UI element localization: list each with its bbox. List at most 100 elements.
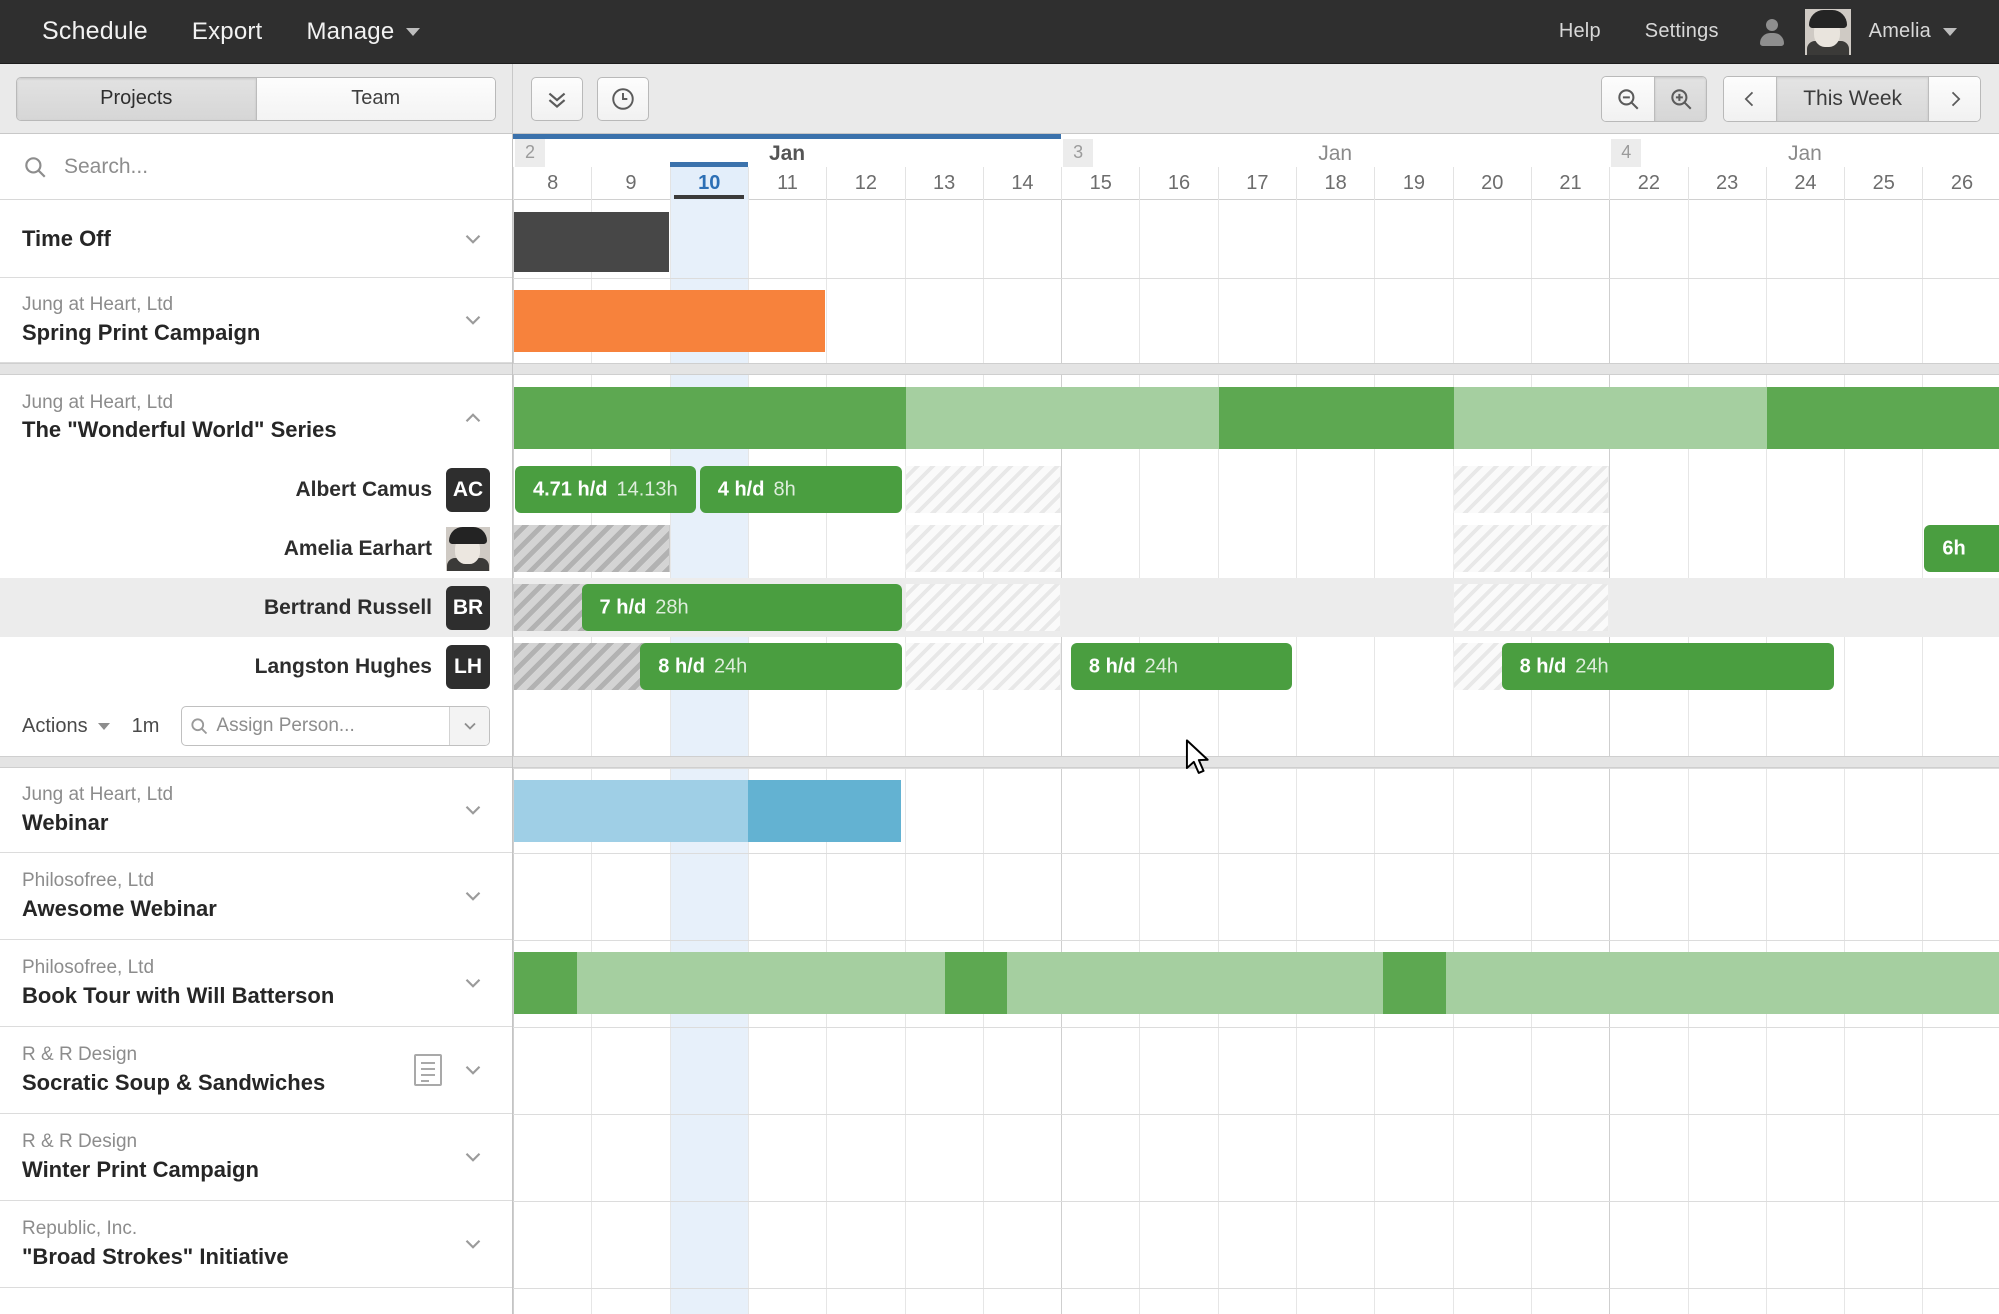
sidebar-row-socratic-soup[interactable]: R & R Design Socratic Soup & Sandwiches [0,1027,512,1114]
day-cell-14[interactable]: 14 [982,167,1061,200]
row-separator [513,1114,1999,1115]
group-separator-band [513,363,1999,375]
tab-projects[interactable]: Projects [17,77,256,120]
nav-item-manage[interactable]: Manage [284,18,442,46]
bar-total: 24h [713,655,748,677]
sidebar-row-awesome-webinar[interactable]: Philosofree, Ltd Awesome Webinar [0,853,512,940]
assign-person-input[interactable]: Assign Person... [181,706,490,746]
avatar[interactable] [1804,8,1851,55]
nav-item-schedule[interactable]: Schedule [20,17,170,46]
webinar-bar-light[interactable] [514,780,749,842]
assignment-bar-albert-2[interactable]: 4 h/d 8h [699,466,903,513]
sidebar-row-winter-print-campaign[interactable]: R & R Design Winter Print Campaign [0,1114,512,1201]
day-number: 14 [1011,172,1034,194]
day-cell-13[interactable]: 13 [904,167,983,200]
day-cell-8[interactable]: 8 [513,167,591,200]
previous-week-button[interactable] [1724,76,1777,121]
timeline-rows[interactable]: 4.71 h/d 14.13h 4 h/d 8h 6h 7 h/d 28h 8 h/d 24h 8… [513,200,1999,1314]
series-summary-segment[interactable] [905,387,1219,449]
nav-item-settings[interactable]: Settings [1625,20,1739,43]
day-cell-20[interactable]: 20 [1452,167,1531,200]
day-cell-15[interactable]: 15 [1061,167,1139,200]
day-cell-16[interactable]: 16 [1139,167,1217,200]
sidebar-row-time-off[interactable]: Time Off [0,200,512,278]
spring-print-campaign-bar[interactable] [514,290,826,352]
series-summary-segment[interactable] [1766,387,1999,449]
day-cell-23[interactable]: 23 [1687,167,1766,200]
zoom-in-button[interactable] [1654,76,1707,121]
sidebar-person-row-langston-hughes[interactable]: Langston Hughes LH [0,637,512,696]
day-number: 24 [1794,172,1817,194]
tab-team[interactable]: Team [255,77,495,120]
series-summary-segment[interactable] [1218,387,1454,449]
assign-person-dropdown[interactable] [449,707,489,745]
day-cell-12[interactable]: 12 [826,167,904,200]
day-cell-22[interactable]: 22 [1609,167,1687,200]
day-cell-26[interactable]: 26 [1922,167,1999,200]
view-mode-segmented-control[interactable]: Projects Team [16,76,496,121]
zoom-out-button[interactable] [1602,76,1655,121]
time-view-button[interactable] [597,76,649,121]
person-icon[interactable] [1759,18,1785,46]
day-number: 17 [1246,172,1269,194]
sidebar-row-wonderful-world-series[interactable]: Jung at Heart, Ltd The "Wonderful World"… [0,375,512,460]
assignment-bar-langston-2[interactable]: 8 h/d 24h [1070,643,1293,690]
chevron-down-icon[interactable] [456,1140,490,1174]
book-tour-segment[interactable] [1007,952,1384,1014]
assignment-bar-langston-3[interactable]: 8 h/d 24h [1501,643,1835,690]
book-tour-segment[interactable] [944,952,1008,1014]
sidebar-row-book-tour[interactable]: Philosofree, Ltd Book Tour with Will Bat… [0,940,512,1027]
sidebar-row-spring-print-campaign[interactable]: Jung at Heart, Ltd Spring Print Campaign [0,278,512,363]
chevron-down-icon[interactable] [456,793,490,827]
sidebar-person-row-amelia-earhart[interactable]: Amelia Earhart [0,519,512,578]
series-summary-segment[interactable] [514,387,906,449]
day-cell-21[interactable]: 21 [1530,167,1609,200]
zoom-out-icon [1618,88,1639,109]
chevron-down-icon[interactable] [456,222,490,256]
chevron-down-icon[interactable] [456,1053,490,1087]
nav-item-help[interactable]: Help [1539,20,1621,43]
book-tour-segment[interactable] [1445,952,1999,1014]
day-cell-11[interactable]: 11 [747,167,826,200]
weekend-block [1452,525,1610,572]
collapse-all-button[interactable] [531,76,583,121]
bar-label: 8 h/d 24h [1089,655,1178,678]
document-icon[interactable] [414,1054,442,1086]
day-cell-9[interactable]: 9 [591,167,669,200]
actions-menu-button[interactable]: Actions [22,715,110,738]
day-cell-18[interactable]: 18 [1296,167,1374,200]
book-tour-segment[interactable] [514,952,577,1014]
day-cell-17[interactable]: 17 [1217,167,1296,200]
series-summary-segment[interactable] [1453,387,1767,449]
day-cell-25[interactable]: 25 [1844,167,1922,200]
assignment-bar-langston-1[interactable]: 8 h/d 24h [640,643,902,690]
sidebar-person-row-bertrand-russell[interactable]: Bertrand Russell BR [0,578,512,637]
book-tour-segment[interactable] [576,952,945,1014]
sidebar-row-broad-strokes-initiative[interactable]: Republic, Inc. "Broad Strokes" Initiativ… [0,1201,512,1288]
row-texts: Jung at Heart, Ltd Webinar [22,782,456,837]
time-off-bar[interactable] [514,212,669,272]
chevron-down-icon[interactable] [456,966,490,1000]
user-menu[interactable]: Amelia [1869,20,1977,43]
day-cell-24[interactable]: 24 [1765,167,1844,200]
person-name: Langston Hughes [254,654,432,678]
book-tour-segment[interactable] [1383,952,1446,1014]
chevron-up-icon[interactable] [456,401,490,435]
assignment-bar-amelia-1[interactable]: 6h [1924,525,1999,572]
assignment-bar-bertrand-1[interactable]: 7 h/d 28h [581,584,902,631]
chevron-down-icon[interactable] [456,1227,490,1261]
sidebar-person-row-albert-camus[interactable]: Albert Camus AC [0,460,512,519]
this-week-button[interactable]: This Week [1776,76,1928,121]
day-cell-19[interactable]: 19 [1374,167,1452,200]
timeline-grid[interactable]: 2 3 4 Jan Jan Jan 8 9 10 11 12 13 14 15 16 17 18 19… [513,134,1999,1314]
search-input[interactable]: Search... [0,134,512,200]
webinar-bar-dark[interactable] [747,780,901,842]
assignment-bar-albert-1[interactable]: 4.71 h/d 14.13h [515,466,696,513]
chevron-down-icon[interactable] [456,303,490,337]
next-week-button[interactable] [1928,76,1980,121]
bar-total: 24h [1144,655,1178,677]
nav-item-export[interactable]: Export [170,18,285,46]
person-name: Bertrand Russell [263,595,432,619]
sidebar-row-webinar[interactable]: Jung at Heart, Ltd Webinar [0,768,512,853]
chevron-down-icon[interactable] [456,879,490,913]
